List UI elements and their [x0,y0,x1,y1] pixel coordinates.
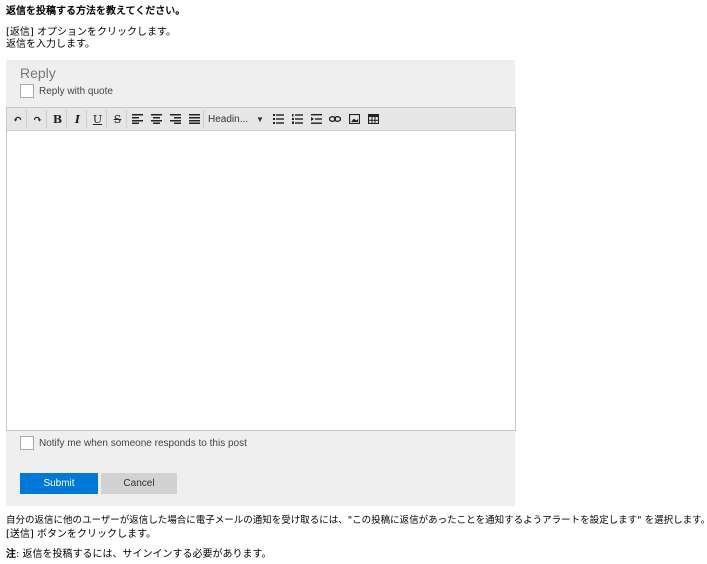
underline-icon[interactable]: U [89,110,107,128]
align-center-icon[interactable] [148,110,165,128]
sign-in-note: 注: 返信を投稿するには、サインインする必要があります。 [6,549,272,561]
bold-icon[interactable]: B [49,110,67,128]
strikethrough-icon[interactable]: S [109,110,127,128]
italic-icon[interactable]: I [69,110,87,128]
notify-label: Notify me when someone responds to this … [39,437,247,449]
instruction-step-1: [返信] オプションをクリックします。 [6,27,176,38]
submit-button[interactable]: Submit [20,473,98,494]
rich-text-editor: ↶ ↷ B I U S Headin... ▼ [6,107,516,431]
table-icon[interactable] [365,110,382,128]
cancel-button[interactable]: Cancel [101,473,177,494]
footer-submit-text: [送信] ボタンをクリックします。 [6,529,156,540]
undo-icon[interactable]: ↶ [9,110,27,128]
note-label: 注 [6,549,16,560]
heading-dropdown-value: Headin... [208,113,249,125]
reply-panel: Reply Reply with quote ↶ ↷ B I U S Headi… [6,60,516,506]
reply-with-quote-label: Reply with quote [39,85,113,97]
bullet-list-icon[interactable] [270,110,287,128]
reply-title: Reply [20,65,56,81]
align-left-icon[interactable] [129,110,146,128]
heading-dropdown[interactable]: Headin... ▼ [208,114,264,125]
reply-with-quote-option[interactable]: Reply with quote [20,84,113,98]
indent-icon[interactable] [308,110,325,128]
image-icon[interactable] [346,110,363,128]
justify-icon[interactable] [186,110,204,128]
chevron-down-icon: ▼ [256,114,264,124]
footer-notification-text: 自分の返信に他のユーザーが返信した場合に電子メールの通知を受け取るには、"この投… [6,515,707,526]
notify-option[interactable]: Notify me when someone responds to this … [20,436,247,450]
instructions-heading: 返信を投稿する方法を教えてください。 [6,6,186,17]
instruction-step-2: 返信を入力します。 [6,39,95,50]
editor-content-area[interactable] [7,131,515,429]
link-icon[interactable] [327,110,344,128]
editor-toolbar: ↶ ↷ B I U S Headin... ▼ [7,108,515,131]
notify-checkbox[interactable] [20,436,34,450]
numbered-list-icon[interactable] [289,110,306,128]
redo-icon[interactable]: ↷ [29,110,47,128]
reply-with-quote-checkbox[interactable] [20,84,34,98]
align-right-icon[interactable] [167,110,184,128]
note-text: : 返信を投稿するには、サインインする必要があります。 [16,549,272,560]
